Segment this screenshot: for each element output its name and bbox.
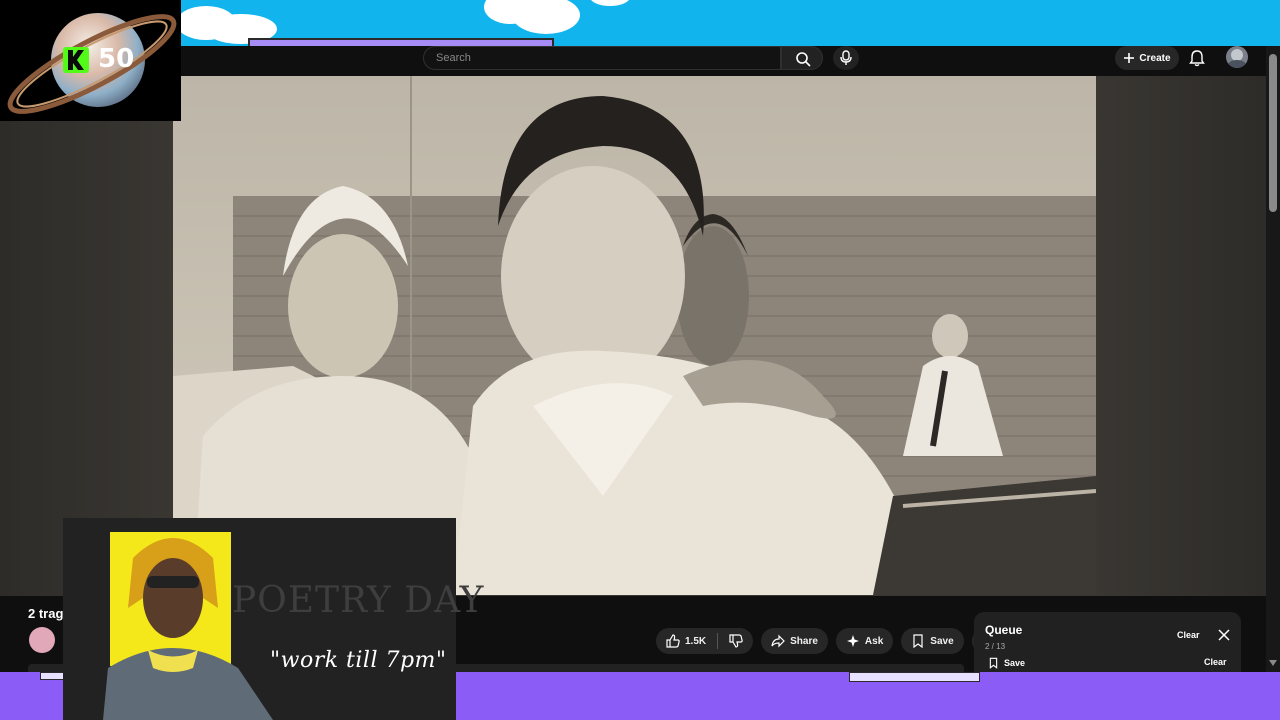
create-button[interactable]: Create xyxy=(1115,46,1179,70)
ask-label: Ask xyxy=(864,635,884,647)
screen: Search Create 2 trag 1.5K Share Ask Save… xyxy=(0,0,1280,720)
webcam-caption: "work till 7pm" xyxy=(270,648,447,673)
thumbs-up-icon xyxy=(666,634,680,648)
queue-save-label: Save xyxy=(1004,658,1026,668)
channel-avatar[interactable] xyxy=(29,627,55,653)
video-actions: 1.5K Share Ask Save xyxy=(656,628,998,654)
queue-clear-secondary-button[interactable]: Clear xyxy=(1204,657,1227,667)
create-label: Create xyxy=(1139,52,1171,64)
queue-save-button[interactable]: Save xyxy=(988,657,1025,669)
decor-tab xyxy=(40,672,65,680)
planet-graphic xyxy=(7,13,177,114)
scroll-down-arrow-icon[interactable] xyxy=(1269,660,1277,666)
queue-clear-button[interactable]: Clear xyxy=(1177,630,1200,640)
queue-panel: Queue 2 / 13 Clear Save Clear xyxy=(974,612,1241,672)
search-icon xyxy=(796,52,811,67)
like-count: 1.5K xyxy=(685,635,707,647)
search-input[interactable]: Search xyxy=(423,46,781,70)
avatar-image xyxy=(1228,60,1246,68)
video-title: 2 trag xyxy=(28,606,64,621)
ask-button[interactable]: Ask xyxy=(835,628,894,654)
masthead: Search Create xyxy=(0,46,1280,76)
sparkle-icon xyxy=(846,635,859,647)
mic-icon xyxy=(840,50,852,65)
account-avatar[interactable] xyxy=(1226,46,1248,68)
sky-background xyxy=(0,0,1280,46)
plus-icon xyxy=(1124,53,1135,63)
decor-tab xyxy=(849,672,980,682)
close-icon[interactable] xyxy=(1218,629,1230,641)
share-label: Share xyxy=(790,635,818,647)
save-button[interactable]: Save xyxy=(901,628,964,654)
queue-title: Queue xyxy=(985,623,1023,637)
voice-search-button[interactable] xyxy=(833,46,859,70)
bookmark-icon xyxy=(913,634,923,648)
notifications-bell-icon[interactable] xyxy=(1188,49,1206,67)
save-label: Save xyxy=(930,635,954,647)
webcam-background-sign: POETRY DAY xyxy=(232,580,485,621)
follower-count: 50 xyxy=(98,44,135,74)
thumbs-down-icon[interactable] xyxy=(729,634,743,648)
share-arrow-icon xyxy=(771,634,785,648)
queue-count: 2 / 13 xyxy=(985,642,1006,651)
like-button[interactable]: 1.5K xyxy=(656,628,754,654)
cloud-shape xyxy=(512,0,580,34)
page-scrollbar[interactable] xyxy=(1266,46,1280,672)
share-button[interactable]: Share xyxy=(761,628,828,654)
bookmark-icon xyxy=(989,657,998,669)
kick-follower-overlay: 50 xyxy=(0,0,181,121)
scrollbar-thumb[interactable] xyxy=(1269,54,1277,212)
like-dislike-divider xyxy=(717,633,719,649)
cloud-shape xyxy=(590,0,630,6)
search-button[interactable] xyxy=(781,46,823,70)
